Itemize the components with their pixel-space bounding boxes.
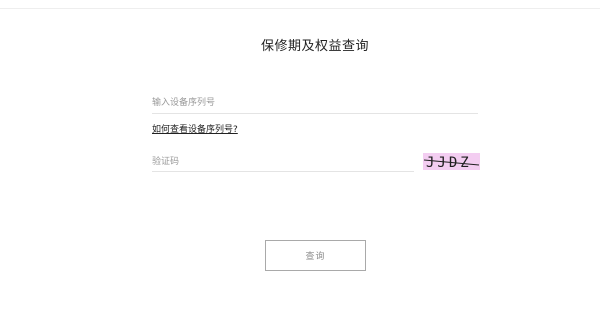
captcha-input[interactable] [152,152,414,172]
page-title: 保修期及权益查询 [260,39,369,54]
serial-number-input[interactable] [152,93,478,114]
query-button[interactable]: 查询 [265,240,366,271]
captcha-image[interactable]: JJDZ [423,153,480,170]
header-divider [0,8,600,9]
serial-help-link[interactable]: 如何查看设备序列号? [152,122,238,135]
